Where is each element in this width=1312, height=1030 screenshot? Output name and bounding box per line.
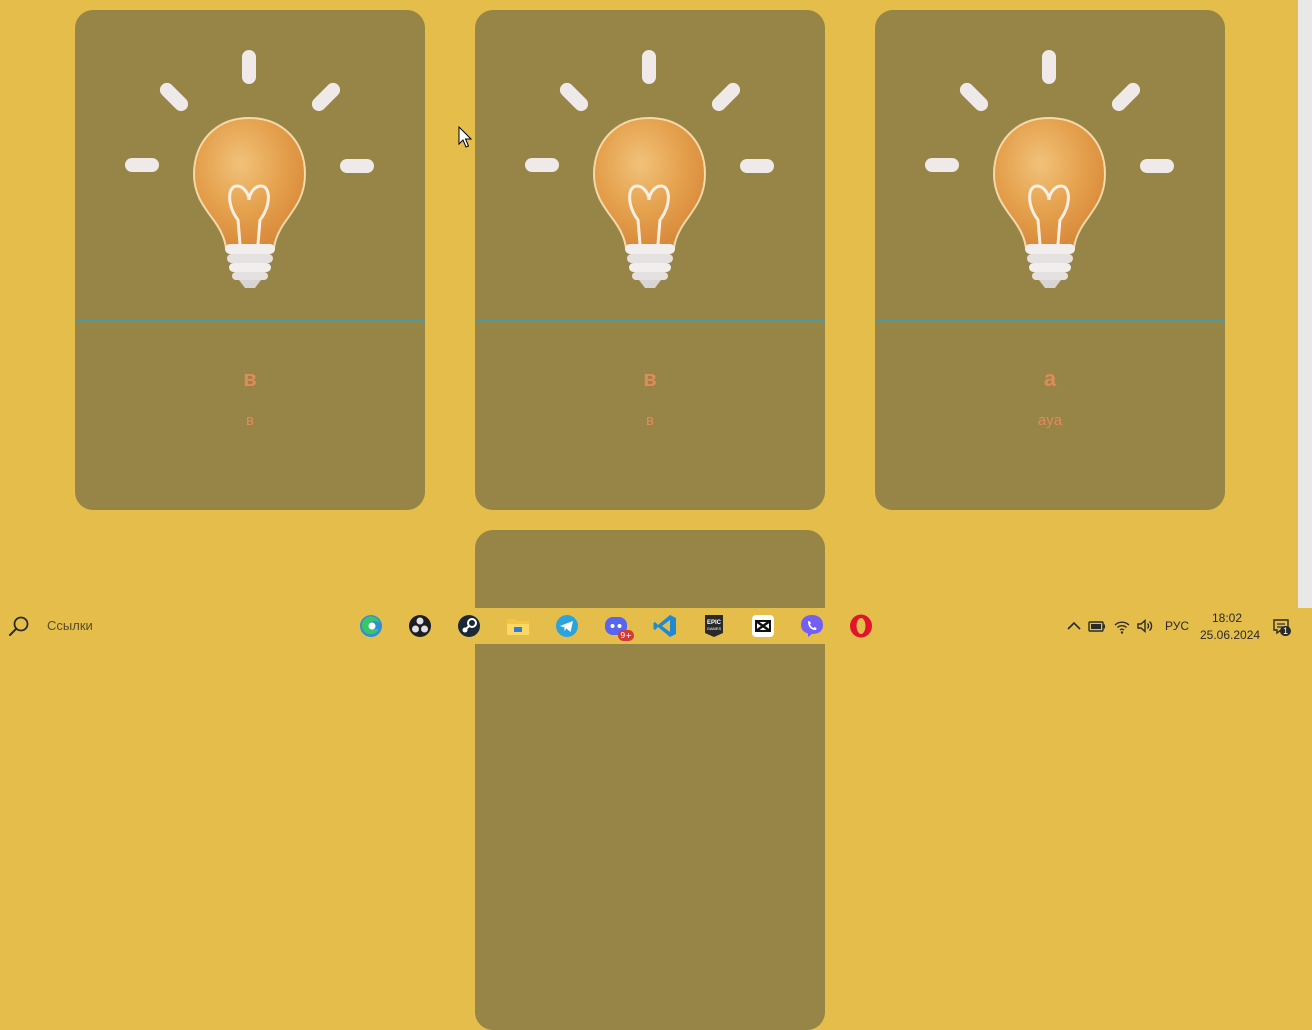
file-explorer-icon[interactable]	[505, 613, 531, 639]
card-subtitle: в	[246, 412, 254, 429]
wifi-icon[interactable]	[1113, 617, 1131, 635]
lightbulb-image	[475, 10, 825, 320]
viber-icon[interactable]	[799, 613, 825, 639]
lightbulb-image	[875, 10, 1225, 320]
epic-games-icon[interactable]: EPIC GAMES	[701, 613, 727, 639]
telegram-icon[interactable]	[554, 613, 580, 639]
card-divider	[875, 320, 1225, 322]
taskbar: Ссылки 9+ EPIC GAMES РУС 18:02 25.06.202…	[0, 608, 1312, 644]
card-1[interactable]: в в	[75, 10, 425, 510]
obs-icon[interactable]	[407, 613, 433, 639]
opera-icon[interactable]	[848, 613, 874, 639]
steam-icon[interactable]	[456, 613, 482, 639]
card-4[interactable]	[475, 530, 825, 1030]
card-divider	[75, 320, 425, 322]
search-icon[interactable]	[8, 615, 30, 637]
edge-icon[interactable]	[358, 613, 384, 639]
language-indicator[interactable]: РУС	[1165, 619, 1189, 633]
page-scrollbar[interactable]	[1298, 0, 1312, 608]
clock-time[interactable]: 18:02	[1212, 611, 1242, 625]
card-2[interactable]: в в	[475, 10, 825, 510]
lightbulb-image	[75, 10, 425, 320]
notifications-count-badge: 1	[1280, 626, 1292, 636]
capcut-icon[interactable]	[750, 613, 776, 639]
card-subtitle: aya	[1037, 412, 1063, 429]
discord-badge: 9+	[618, 630, 634, 641]
svg-text:GAMES: GAMES	[707, 626, 722, 631]
chevron-up-icon[interactable]	[1065, 617, 1083, 635]
discord-icon[interactable]: 9+	[603, 613, 634, 641]
card-subtitle: в	[646, 412, 654, 429]
vscode-icon[interactable]	[652, 613, 678, 639]
clock-date[interactable]: 25.06.2024	[1200, 628, 1260, 642]
battery-icon[interactable]	[1088, 617, 1106, 635]
card-title: в	[643, 366, 657, 391]
card-title: в	[243, 366, 257, 391]
volume-icon[interactable]	[1136, 617, 1154, 635]
mouse-cursor-icon	[458, 126, 472, 148]
card-3[interactable]: а aya	[875, 10, 1225, 510]
card-title: а	[1043, 366, 1057, 391]
card-divider	[475, 320, 825, 322]
taskbar-search-input[interactable]: Ссылки	[47, 618, 93, 633]
